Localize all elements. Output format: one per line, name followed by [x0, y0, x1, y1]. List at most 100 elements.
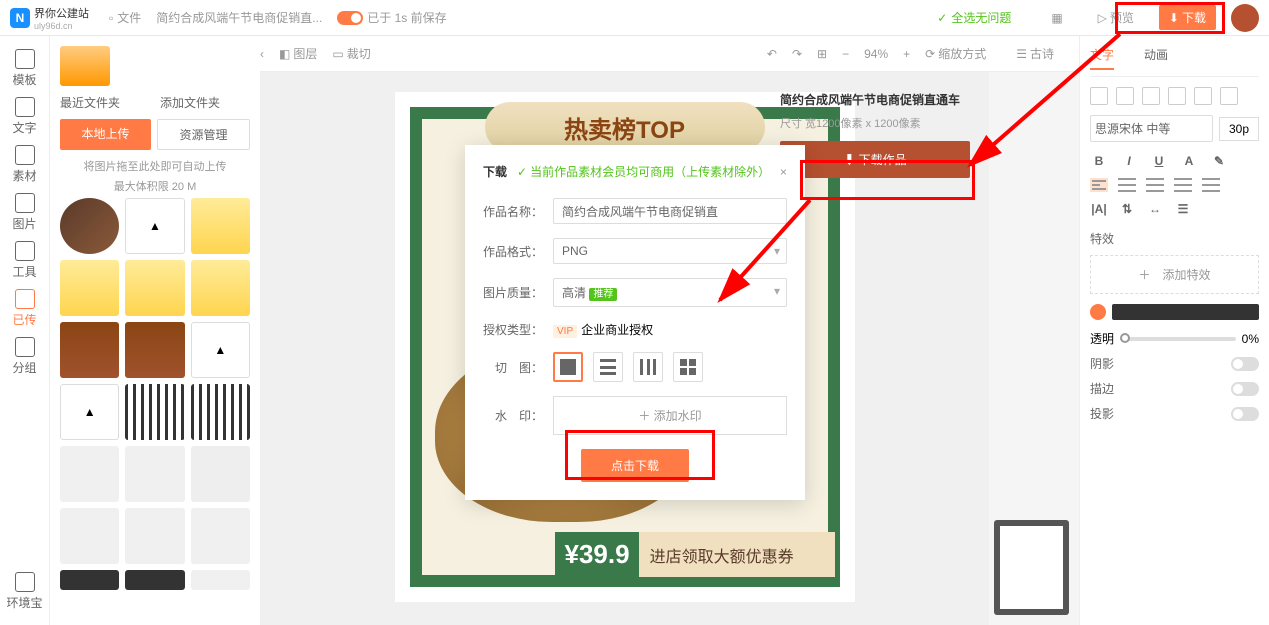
license-value: 企业商业授权	[581, 323, 653, 337]
zoom-level[interactable]: 94%	[864, 47, 888, 61]
download-submit-button[interactable]: 点击下载	[581, 449, 689, 482]
drop-toggle[interactable]	[1231, 407, 1259, 421]
slice-vertical[interactable]	[633, 352, 663, 382]
tool-3[interactable]	[1142, 87, 1160, 105]
slider-thumb[interactable]	[1120, 333, 1130, 343]
asset-item[interactable]	[125, 446, 184, 502]
highlight-btn[interactable]: ✎	[1210, 152, 1228, 170]
nav-template[interactable]: 模板	[0, 44, 49, 92]
asset-item[interactable]	[191, 508, 250, 564]
quality-select[interactable]: 高清 推荐	[553, 278, 787, 307]
logo[interactable]: N 界你公建站 uly96d.cn	[10, 5, 89, 31]
align-left[interactable]	[1090, 178, 1108, 192]
asset-item[interactable]	[191, 198, 250, 254]
align-dist[interactable]	[1202, 178, 1220, 192]
italic-btn[interactable]: I	[1120, 152, 1138, 170]
asset-tab-add[interactable]: 添加文件夹	[160, 94, 220, 111]
asset-item[interactable]	[191, 570, 250, 590]
nav-upload[interactable]: 已传	[0, 284, 49, 332]
upload-button[interactable]: 本地上传	[60, 119, 151, 150]
ruler-btn[interactable]: ☰ 古诗	[1016, 45, 1054, 62]
tab-text[interactable]: 文字	[1090, 46, 1114, 70]
artboard-size: 尺寸 宽1200像素 x 1200像素	[780, 115, 970, 131]
underline-btn[interactable]: U	[1150, 152, 1168, 170]
zoom-out[interactable]: −	[842, 47, 849, 61]
file-menu[interactable]: ▫文件	[109, 9, 141, 26]
align-right[interactable]	[1146, 178, 1164, 192]
doc-title[interactable]: 简约合成风端午节电商促销直...	[156, 9, 322, 26]
asset-item[interactable]	[191, 446, 250, 502]
spacing-3[interactable]: ↔	[1146, 200, 1164, 218]
nav-image[interactable]: 图片	[0, 188, 49, 236]
asset-item[interactable]	[60, 446, 119, 502]
asset-item[interactable]	[191, 384, 250, 440]
asset-item[interactable]: ▲	[125, 198, 184, 254]
nav-tools[interactable]: 工具	[0, 236, 49, 284]
shadow-toggle[interactable]	[1231, 357, 1259, 371]
asset-item[interactable]	[60, 198, 119, 254]
crop-btn[interactable]: ▭ 裁切	[332, 45, 370, 62]
format-select[interactable]: PNG	[553, 238, 787, 264]
undo-btn[interactable]: ↶	[767, 47, 777, 61]
add-effect-button[interactable]: ＋ 添加特效	[1090, 255, 1259, 294]
grid-btn[interactable]: ▦	[1041, 7, 1072, 29]
grid-toggle[interactable]: ⊞	[817, 47, 827, 61]
slice-grid[interactable]	[673, 352, 703, 382]
opacity-slider[interactable]	[1120, 337, 1236, 341]
asset-item[interactable]	[125, 570, 184, 590]
stroke-toggle[interactable]	[1231, 382, 1259, 396]
asset-item[interactable]	[125, 508, 184, 564]
tool-5[interactable]	[1194, 87, 1212, 105]
list-btn[interactable]: ☰	[1174, 200, 1192, 218]
bold-btn[interactable]: B	[1090, 152, 1108, 170]
layer-btn[interactable]: ◧ 图层	[279, 45, 317, 62]
asset-item[interactable]	[60, 508, 119, 564]
asset-item[interactable]	[125, 384, 184, 440]
asset-item[interactable]	[125, 260, 184, 316]
page-thumbnail[interactable]	[994, 520, 1069, 615]
align-center[interactable]	[1118, 178, 1136, 192]
font-color-btn[interactable]: A	[1180, 152, 1198, 170]
adapt-btn[interactable]: ⟳ 缩放方式	[925, 45, 986, 62]
align-justify[interactable]	[1174, 178, 1192, 192]
nav-material[interactable]: 素材	[0, 140, 49, 188]
avatar[interactable]	[1231, 4, 1259, 32]
asset-item[interactable]: ▲	[191, 322, 250, 378]
nav-text[interactable]: 文字	[0, 92, 49, 140]
slice-horizontal[interactable]	[593, 352, 623, 382]
modal-close[interactable]: ×	[780, 165, 787, 179]
preview-btn[interactable]: ▷预览	[1088, 5, 1144, 30]
tool-6[interactable]	[1220, 87, 1238, 105]
color-preview[interactable]	[1112, 304, 1259, 320]
redo-btn[interactable]: ↷	[792, 47, 802, 61]
zoom-in[interactable]: +	[903, 47, 910, 61]
back-btn[interactable]: ‹	[260, 47, 264, 61]
color-swatch[interactable]	[1090, 304, 1106, 320]
opacity-value: 0%	[1242, 332, 1259, 346]
nav-group[interactable]: 分组	[0, 332, 49, 380]
tab-anim[interactable]: 动画	[1144, 46, 1168, 70]
name-input[interactable]	[553, 198, 787, 224]
tool-2[interactable]	[1116, 87, 1134, 105]
download-btn[interactable]: ⬇下载	[1159, 5, 1216, 30]
font-size[interactable]: 30p	[1219, 117, 1259, 141]
manage-button[interactable]: 资源管理	[157, 119, 250, 150]
add-watermark[interactable]: ＋ 添加水印	[553, 396, 787, 435]
autosave-switch[interactable]: 已于 1s 前保存	[337, 9, 446, 26]
asset-item[interactable]	[191, 260, 250, 316]
nav-env[interactable]: 环境宝	[0, 567, 49, 615]
font-select[interactable]: 思源宋体 中等	[1090, 115, 1213, 142]
spacing-2[interactable]: ⇅	[1118, 200, 1136, 218]
asset-item[interactable]: ▲	[60, 384, 119, 440]
side-download-button[interactable]: ⬇ 下载作品	[780, 141, 970, 178]
slice-none[interactable]	[553, 352, 583, 382]
asset-item[interactable]	[125, 322, 184, 378]
tool-1[interactable]	[1090, 87, 1108, 105]
spacing-1[interactable]: |A|	[1090, 200, 1108, 218]
asset-item[interactable]	[60, 260, 119, 316]
tool-4[interactable]	[1168, 87, 1186, 105]
price-tag[interactable]: ¥39.9 进店领取大额优惠券	[555, 532, 835, 577]
asset-item[interactable]	[60, 570, 119, 590]
asset-tab-recent[interactable]: 最近文件夹	[60, 94, 120, 111]
asset-item[interactable]	[60, 322, 119, 378]
